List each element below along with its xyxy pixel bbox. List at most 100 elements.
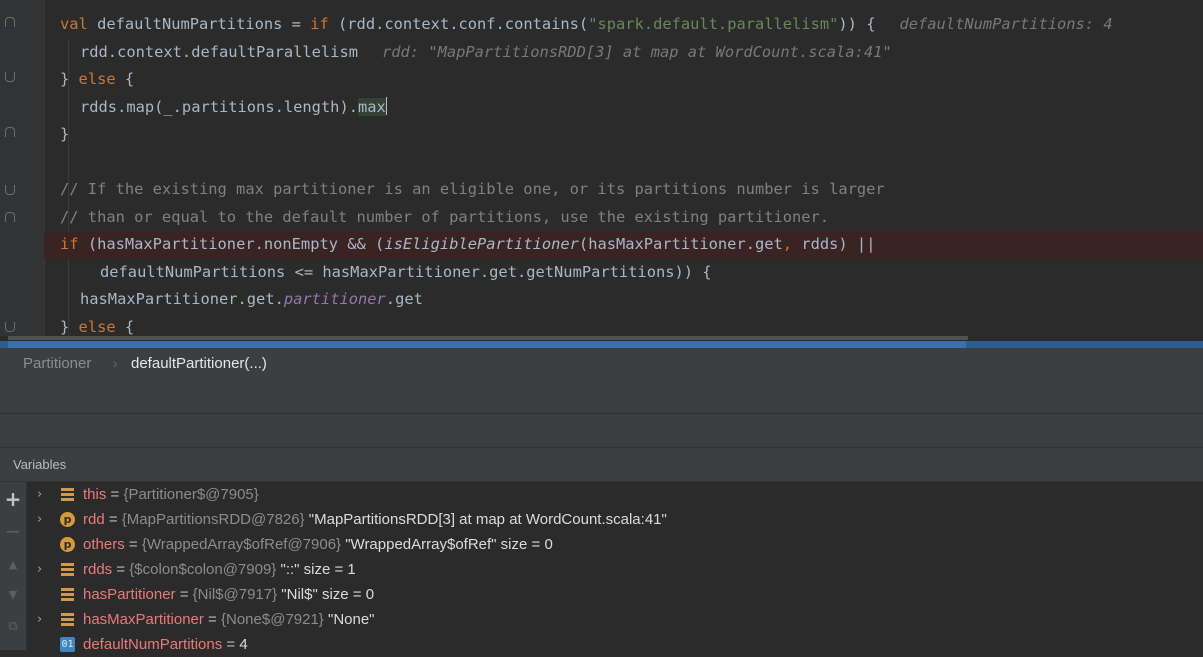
code-line[interactable]: // than or equal to the default number o… (44, 204, 1203, 232)
variable-reference: {WrappedArray$ofRef@7906} (141, 536, 342, 553)
variable-name: this (83, 486, 107, 503)
scrollbar-thumb[interactable] (8, 336, 968, 340)
horizontal-scrollbar[interactable] (0, 336, 1203, 340)
expand-arrow-icon[interactable]: › (37, 557, 42, 582)
variables-tree[interactable]: › this = {Partitioner$@7905} › p rdd = {… (27, 482, 1203, 653)
variable-value: "Nil$" size = 0 (277, 586, 375, 603)
equals-sign: = (104, 511, 122, 528)
variable-name: rdd (83, 511, 105, 528)
code-text: (hasMaxPartitioner.nonEmpty && ( (78, 235, 385, 253)
keyword: val (60, 15, 88, 33)
code-line[interactable]: defaultNumPartitions <= hasMaxPartitione… (44, 259, 1203, 287)
field-icon (60, 587, 75, 602)
code-text: (rdd.context.conf.contains( (328, 15, 589, 33)
variable-reference: {None$@7921} (221, 611, 324, 628)
variable-row[interactable]: › hasMaxPartitioner = {None$@7921} "None… (27, 607, 1203, 632)
code-text: { (115, 317, 135, 336)
code-text: defaultNumPartitions = (87, 15, 311, 33)
code-line[interactable]: } else { (44, 66, 1203, 94)
equals-sign: = (175, 586, 193, 603)
variables-toolbar: + − ▲ ▼ ⧉ (0, 482, 27, 650)
split-bar-thumb[interactable] (8, 341, 966, 348)
debugger-toolbar-area (0, 380, 1203, 414)
variable-row[interactable]: › rdds = {$colon$colon@7909} "::" size =… (27, 557, 1203, 582)
variable-name: hasMaxPartitioner (83, 611, 204, 628)
panel-title: Variables (13, 457, 67, 472)
field-icon (60, 562, 75, 577)
inline-debug-hint: rdd: "MapPartitionsRDD[3] at map at Word… (381, 42, 892, 61)
variable-row[interactable]: › this = {Partitioner$@7905} (27, 482, 1203, 507)
variable-row[interactable]: 01 defaultNumPartitions = 4 (27, 632, 1203, 657)
code-text: defaultNumPartitions <= hasMaxPartitione… (100, 262, 712, 281)
variable-name: hasPartitioner (83, 586, 176, 603)
field-icon (60, 487, 75, 502)
parameter-icon: p (60, 512, 75, 527)
code-text: } (60, 125, 70, 143)
fold-marker-icon[interactable] (5, 72, 15, 82)
code-comment: // than or equal to the default number o… (60, 207, 830, 226)
debugger-frames-area (0, 414, 1203, 448)
move-down-icon[interactable]: ▼ (4, 586, 22, 604)
breadcrumb-item-class[interactable]: Partitioner (23, 348, 91, 380)
code-text: max (357, 97, 386, 116)
remove-watch-icon[interactable]: − (4, 521, 22, 541)
fold-marker-icon[interactable] (5, 127, 15, 137)
code-line[interactable]: hasMaxPartitioner.get.partitioner.get (44, 286, 1203, 314)
expand-arrow-icon[interactable]: › (37, 607, 42, 632)
variable-value: "::" size = 1 (276, 561, 356, 578)
equals-sign: = (203, 611, 221, 628)
method-call: isEligiblePartitioner (384, 235, 579, 253)
add-watch-icon[interactable]: + (4, 489, 22, 509)
code-line[interactable]: rdd.context.defaultParallelism rdd: "MapP… (44, 39, 1203, 67)
code-line[interactable] (44, 149, 1203, 177)
variable-name: defaultNumPartitions (83, 636, 223, 653)
variable-value: "MapPartitionsRDD[3] at map at WordCount… (304, 511, 667, 528)
code-line[interactable]: rdds.map(_.partitions.length).max (44, 94, 1203, 122)
equals-sign: = (124, 536, 142, 553)
code-line[interactable]: } (44, 121, 1203, 149)
variable-row[interactable]: p others = {WrappedArray$ofRef@7906} "Wr… (27, 532, 1203, 557)
variable-reference: {Nil$@7917} (192, 586, 278, 603)
variable-name: others (83, 536, 125, 553)
keyword: else (78, 70, 116, 88)
field-reference: partitioner (283, 290, 386, 308)
editor-gutter[interactable] (0, 0, 45, 340)
code-comment: // If the existing max partitioner is an… (60, 180, 885, 198)
keyword: if (310, 15, 329, 33)
breakpoint-line[interactable]: if (hasMaxPartitioner.nonEmpty && (isEli… (44, 231, 1203, 259)
fold-marker-icon[interactable] (5, 185, 15, 195)
variable-reference: {$colon$colon@7909} (129, 561, 277, 578)
fold-marker-icon[interactable] (5, 322, 15, 332)
editor-split-bar[interactable] (0, 341, 1203, 348)
equals-sign: = (222, 636, 240, 653)
variable-value: 4 (239, 636, 248, 653)
breadcrumb-item-method[interactable]: defaultPartitioner(...) (131, 348, 267, 380)
move-up-icon[interactable]: ▲ (4, 556, 22, 574)
code-line[interactable]: val defaultNumPartitions = if (rdd.conte… (44, 11, 1203, 39)
code-text: , (782, 235, 793, 253)
fold-marker-icon[interactable] (5, 212, 15, 222)
code-text: } (60, 317, 79, 336)
variable-row[interactable]: › p rdd = {MapPartitionsRDD@7826} "MapPa… (27, 507, 1203, 532)
variable-value: "None" (323, 611, 375, 628)
equals-sign: = (106, 486, 124, 503)
code-text: rdd.context.defaultParallelism (80, 42, 358, 61)
duplicate-watch-icon[interactable]: ⧉ (4, 618, 22, 636)
code-line[interactable]: // If the existing max partitioner is an… (44, 176, 1203, 204)
code-text: rdds.map(_.partitions.length). (80, 97, 358, 116)
keyword: if (60, 235, 79, 253)
fold-marker-icon[interactable] (5, 17, 15, 27)
code-text: } (60, 70, 79, 88)
parameter-icon: p (60, 537, 75, 552)
variable-name: rdds (83, 561, 113, 578)
expand-arrow-icon[interactable]: › (37, 507, 42, 532)
variable-row[interactable]: hasPartitioner = {Nil$@7917} "Nil$" size… (27, 582, 1203, 607)
variable-reference: {Partitioner$@7905} (123, 486, 259, 503)
code-text: .get (385, 290, 423, 308)
variables-panel-header: Variables (0, 448, 1203, 482)
variable-value: "WrappedArray$ofRef" size = 0 (341, 536, 553, 553)
expand-arrow-icon[interactable]: › (37, 482, 42, 507)
code-text: rdds) || (792, 235, 876, 253)
equals-sign: = (112, 561, 130, 578)
code-editor[interactable]: val defaultNumPartitions = if (rdd.conte… (0, 0, 1203, 340)
